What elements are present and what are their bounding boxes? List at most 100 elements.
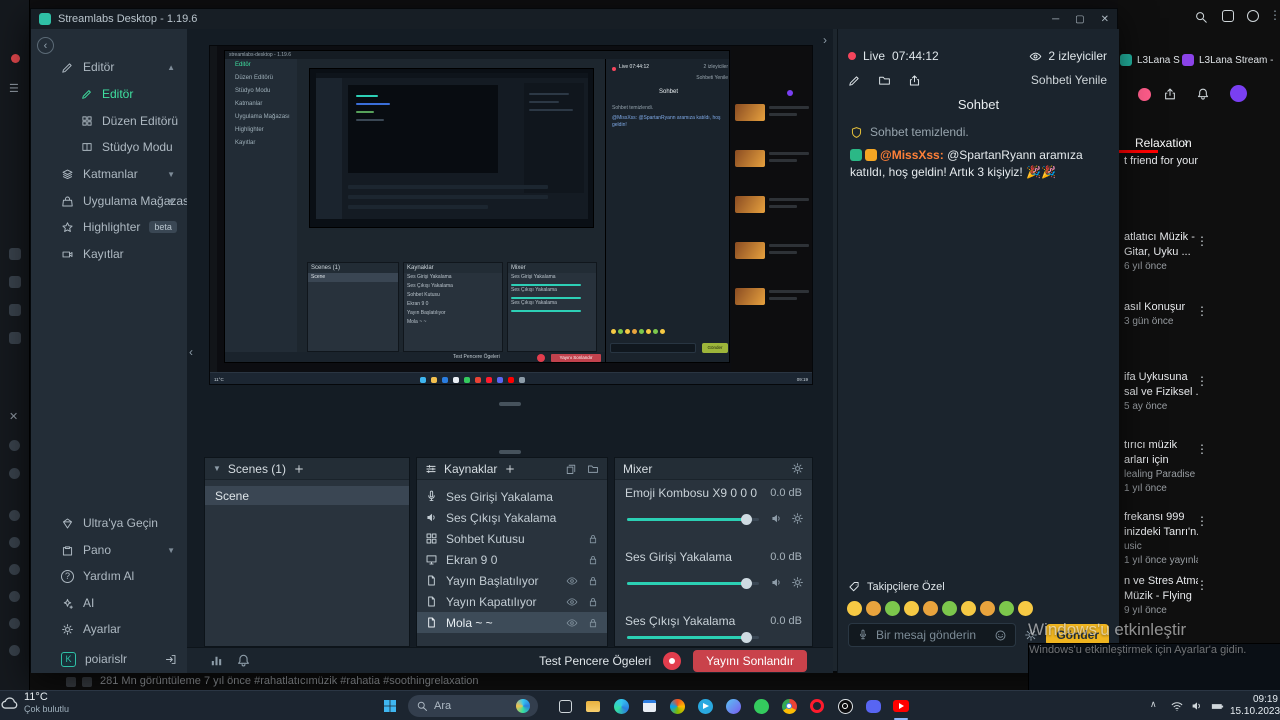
search-icon[interactable] <box>1194 10 1208 24</box>
source-row[interactable]: Yayın Kapatılıyor <box>417 591 607 612</box>
chat-emoji[interactable] <box>1018 601 1033 616</box>
video-menu-icon[interactable]: ⋮ <box>1196 578 1208 592</box>
side-app-icon[interactable] <box>9 332 21 344</box>
account-icon[interactable] <box>1247 10 1259 22</box>
task-view-icon[interactable] <box>554 695 576 717</box>
sidebar-item-ai[interactable]: AI <box>31 591 187 615</box>
edge-icon[interactable] <box>610 695 632 717</box>
minimize-button[interactable]: ─ <box>1052 14 1059 25</box>
chat-username[interactable]: @MissXss: <box>880 148 944 162</box>
extension-icon[interactable] <box>1138 88 1151 101</box>
maximize-button[interactable]: ▢ <box>1075 14 1084 25</box>
gear-icon[interactable] <box>791 512 804 525</box>
side-app-icon[interactable] <box>9 304 21 316</box>
window-titlebar[interactable]: Streamlabs Desktop - 1.19.6 ─ ▢ ✕ <box>31 9 1117 29</box>
side-app-icon[interactable] <box>9 564 20 575</box>
avatar[interactable] <box>1230 85 1247 102</box>
chrome-icon[interactable] <box>778 695 800 717</box>
notifications-bell-icon[interactable] <box>236 653 251 668</box>
stream-preview[interactable]: streamlabs-desktop - 1.19.6 Editör Düzen… <box>209 45 813 385</box>
followers-only-row[interactable]: Takipçilere Özel <box>848 581 1107 593</box>
sidebar-item-recordings[interactable]: Kayıtlar <box>31 242 187 266</box>
add-source-icon[interactable] <box>504 463 516 475</box>
tray-expand-icon[interactable]: ∧ <box>1150 699 1157 710</box>
video-menu-icon[interactable]: ⋮ <box>1196 514 1208 528</box>
sidebar-item-account[interactable]: K poiarislr <box>31 647 187 671</box>
logout-icon[interactable] <box>164 653 177 666</box>
source-row[interactable]: Ses Girişi Yakalama <box>417 486 607 507</box>
sidebar-item-help[interactable]: ? Yardım Al <box>31 564 187 588</box>
speaker-icon[interactable] <box>770 576 783 589</box>
overflow-menu-icon[interactable]: ⋮ <box>1269 8 1280 22</box>
mic-icon[interactable] <box>857 629 869 641</box>
chat-emoji[interactable] <box>923 601 938 616</box>
side-app-icon[interactable] <box>9 618 20 629</box>
chat-emoji[interactable] <box>904 601 919 616</box>
back-button[interactable]: ‹ <box>37 37 54 54</box>
chat-emoji[interactable] <box>961 601 976 616</box>
volume-icon[interactable] <box>1190 699 1204 713</box>
chevron-up-icon[interactable]: ▲ <box>167 63 175 72</box>
side-app-icon[interactable] <box>9 510 20 521</box>
share-icon[interactable] <box>908 74 921 87</box>
source-row[interactable]: Ekran 9 0 <box>417 549 607 570</box>
photos-icon[interactable] <box>666 695 688 717</box>
related-video-item[interactable]: frekansı 999 inizdeki Tanrı'n... usic 1 … <box>1124 510 1198 568</box>
bookmark-item[interactable]: L3Lana Stream - Wa... <box>1182 54 1274 66</box>
folder-icon[interactable] <box>878 74 891 87</box>
chat-emoji[interactable] <box>885 601 900 616</box>
chat-emoji[interactable] <box>847 601 862 616</box>
chat-emoji[interactable] <box>866 601 881 616</box>
sidebar-item-layers[interactable]: Katmanlar ▼ <box>31 162 187 186</box>
sidebar-item-layout-editor[interactable]: Düzen Editörü <box>31 109 187 133</box>
lock-icon[interactable] <box>587 617 599 629</box>
resize-handle[interactable] <box>499 402 521 406</box>
related-video-item[interactable]: tırıcı müzik arları için lealing Paradis… <box>1124 438 1198 496</box>
sidebar-item-editor[interactable]: Editör <box>31 82 187 106</box>
whatsapp-icon[interactable] <box>750 695 772 717</box>
pencil-icon[interactable] <box>848 74 861 87</box>
related-video-item[interactable]: asıl Konuşur 3 gün önce <box>1124 300 1198 329</box>
youtube-icon[interactable] <box>890 695 912 717</box>
related-video-item[interactable]: n ve Stres Atma Müzik - Flying 9 yıl önc… <box>1124 574 1198 618</box>
emoji-picker-icon[interactable] <box>994 629 1007 642</box>
chevron-down-icon[interactable]: ▼ <box>167 197 175 206</box>
eye-icon[interactable] <box>566 596 578 608</box>
speaker-icon[interactable] <box>770 512 783 525</box>
slider-knob[interactable] <box>740 514 752 525</box>
related-video-item[interactable]: atlatıcı Müzik - Gitar, Uyku ... 6 yıl ö… <box>1124 230 1198 274</box>
source-row[interactable]: Yayın Başlatılıyor <box>417 570 607 591</box>
folder-icon[interactable] <box>587 463 599 475</box>
chevron-right-icon[interactable]: › <box>1184 134 1188 149</box>
sidebar-item-settings[interactable]: Ayarlar <box>31 617 187 641</box>
eye-icon[interactable] <box>566 617 578 629</box>
chevron-down-icon[interactable]: ▼ <box>167 170 175 179</box>
sliders-icon[interactable] <box>425 463 437 475</box>
related-video-item[interactable]: by the Lake Autumn Light <box>1124 642 1198 672</box>
telegram-icon[interactable] <box>694 695 716 717</box>
volume-slider[interactable] <box>627 514 759 525</box>
menu-icon[interactable]: ☰ <box>9 82 19 95</box>
sidebar-section-editor[interactable]: Editör ▲ <box>31 55 187 79</box>
related-video-item[interactable]: t friend for your <box>1124 154 1198 169</box>
close-button[interactable]: ✕ <box>1101 14 1109 25</box>
send-button[interactable]: Gönder <box>1046 624 1109 646</box>
lock-icon[interactable] <box>587 596 599 608</box>
scene-row[interactable]: Scene <box>205 486 409 505</box>
resize-handle[interactable] <box>499 450 521 454</box>
sidebar-item-studio-mode[interactable]: Stüdyo Modu <box>31 135 187 159</box>
taskbar-clock[interactable]: 09:19 15.10.2023 <box>1230 694 1280 718</box>
sidebar-item-ultra[interactable]: Ultra'ya Geçin <box>31 511 187 535</box>
side-app-icon[interactable] <box>9 537 20 548</box>
lock-icon[interactable] <box>587 575 599 587</box>
notifications-bell-icon[interactable] <box>1196 87 1210 101</box>
chevron-down-icon[interactable]: ▼ <box>167 546 175 555</box>
sidebar-item-app-store[interactable]: Uygulama Mağazası ▼ <box>31 189 187 213</box>
eye-icon[interactable] <box>566 575 578 587</box>
side-app-icon[interactable] <box>11 54 20 63</box>
video-menu-icon[interactable]: ⋮ <box>1196 234 1208 248</box>
discord-icon[interactable] <box>862 695 884 717</box>
copy-icon[interactable] <box>565 463 577 475</box>
chat-message-input[interactable]: Bir mesaj gönderin <box>848 623 1017 647</box>
source-row[interactable]: Sohbet Kutusu <box>417 528 607 549</box>
